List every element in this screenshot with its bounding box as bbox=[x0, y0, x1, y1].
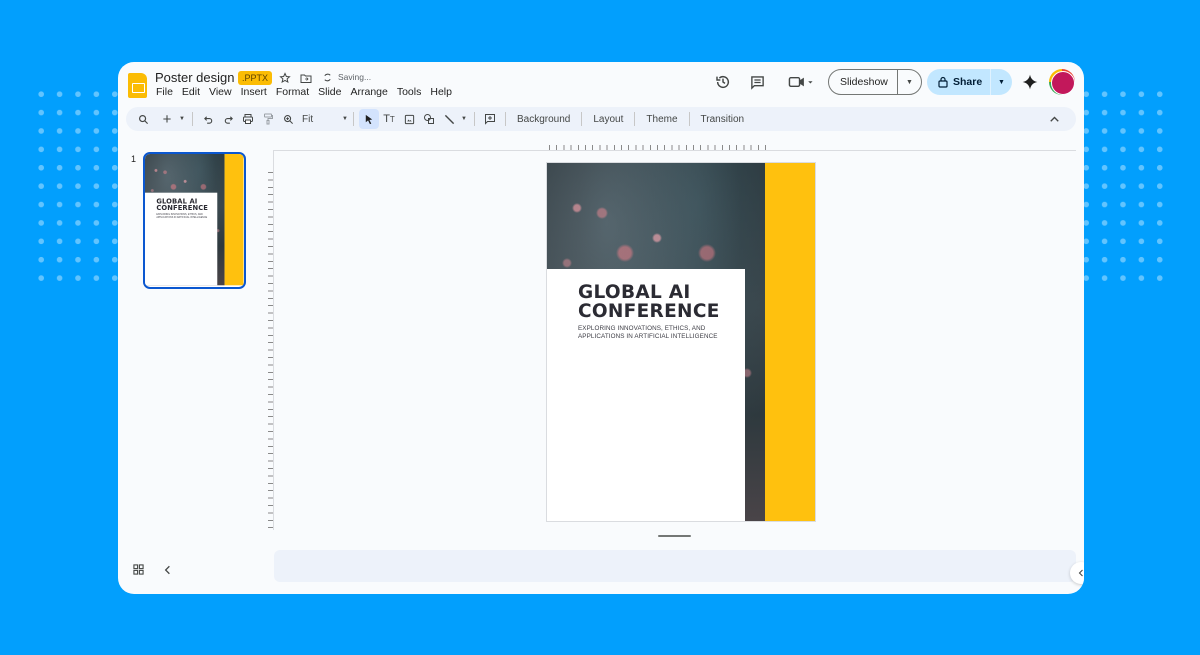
subtitle-line-2: APPLICATIONS IN ARTIFICIAL INTELLIGENCE bbox=[578, 333, 718, 340]
version-history-icon[interactable] bbox=[714, 73, 732, 91]
zoom-value: Fit bbox=[302, 113, 314, 125]
redo-icon[interactable] bbox=[218, 109, 238, 129]
menu-arrange[interactable]: Arrange bbox=[350, 86, 387, 98]
insert-comment-icon[interactable] bbox=[480, 109, 500, 129]
comments-icon[interactable] bbox=[748, 73, 766, 91]
thumbnail-subtitle: EXPLORING INNOVATIONS, ETHICS, AND APPLI… bbox=[156, 213, 207, 219]
thumbnail-headline: GLOBAL AI CONFERENCE bbox=[156, 198, 208, 212]
yellow-accent-strip[interactable] bbox=[765, 163, 815, 521]
slide-canvas[interactable]: GLOBAL AI CONFERENCE EXPLORING INNOVATIO… bbox=[546, 162, 816, 522]
horizontal-ruler-ticks bbox=[549, 145, 772, 150]
toolbar: + ▼ Fit ▼ TT ▼ Background Layout Theme T… bbox=[126, 107, 1076, 131]
menu-file[interactable]: File bbox=[156, 86, 173, 98]
text-box-icon[interactable]: TT bbox=[379, 109, 399, 129]
speaker-notes-area[interactable] bbox=[274, 550, 1076, 582]
menu-insert[interactable]: Insert bbox=[241, 86, 267, 98]
subtitle-line-1: EXPLORING INNOVATIONS, ETHICS, AND bbox=[578, 325, 706, 332]
grid-view-icon[interactable] bbox=[133, 562, 144, 580]
thumbnail-poster: GLOBAL AI CONFERENCE EXPLORING INNOVATIO… bbox=[145, 154, 244, 286]
file-format-badge: .PPTX bbox=[238, 71, 273, 85]
menu-edit[interactable]: Edit bbox=[182, 86, 200, 98]
slide-number: 1 bbox=[131, 154, 137, 164]
headline-line-2: CONFERENCE bbox=[578, 301, 720, 322]
collapse-filmstrip-icon[interactable] bbox=[164, 562, 171, 580]
slides-logo-icon[interactable] bbox=[128, 73, 147, 98]
sync-icon bbox=[321, 71, 333, 83]
poster: GLOBAL AI CONFERENCE EXPLORING INNOVATIO… bbox=[547, 163, 815, 521]
thumbnail-yellow-strip bbox=[224, 154, 244, 286]
share-main[interactable]: Share bbox=[927, 76, 990, 88]
menu-tools[interactable]: Tools bbox=[397, 86, 422, 98]
save-status: Saving... bbox=[338, 72, 372, 82]
notes-resize-handle[interactable] bbox=[658, 535, 691, 537]
background-button[interactable]: Background bbox=[511, 109, 576, 129]
menu-slide[interactable]: Slide bbox=[318, 86, 341, 98]
slideshow-label[interactable]: Slideshow bbox=[829, 76, 897, 88]
toolbar-divider bbox=[581, 112, 583, 126]
decorative-dot-grid-right bbox=[1077, 85, 1169, 285]
vertical-ruler-ticks bbox=[268, 172, 273, 532]
toolbar-divider bbox=[634, 112, 636, 126]
collapse-toolbar-icon[interactable] bbox=[1044, 109, 1064, 129]
transition-button[interactable]: Transition bbox=[695, 109, 751, 129]
decorative-dot-grid-left bbox=[32, 85, 124, 285]
zoom-dropdown-icon: ▼ bbox=[342, 116, 348, 122]
zoom-select[interactable]: Fit ▼ bbox=[298, 109, 348, 129]
filmstrip-controls bbox=[133, 562, 171, 580]
headline-line-1: GLOBAL AI bbox=[578, 282, 691, 303]
slide-thumbnail[interactable]: GLOBAL AI CONFERENCE EXPLORING INNOVATIO… bbox=[143, 152, 246, 289]
share-button[interactable]: Share ▼ bbox=[927, 69, 1012, 95]
paint-format-icon[interactable] bbox=[258, 109, 278, 129]
zoom-icon[interactable] bbox=[278, 109, 298, 129]
meet-video-icon[interactable] bbox=[786, 73, 816, 91]
menu-help[interactable]: Help bbox=[430, 86, 452, 98]
share-dropdown-icon[interactable]: ▼ bbox=[991, 79, 1012, 86]
lock-icon bbox=[938, 76, 948, 88]
layout-button[interactable]: Layout bbox=[587, 109, 629, 129]
menu-format[interactable]: Format bbox=[276, 86, 309, 98]
thumbnail-subtitle-line: APPLICATIONS IN ARTIFICIAL INTELLIGENCE bbox=[156, 216, 208, 219]
document-title[interactable]: Poster design bbox=[155, 70, 235, 85]
undo-icon[interactable] bbox=[198, 109, 218, 129]
shape-icon[interactable] bbox=[419, 109, 439, 129]
horizontal-ruler[interactable] bbox=[273, 150, 1076, 151]
select-tool-icon[interactable] bbox=[359, 109, 379, 129]
poster-subtitle[interactable]: EXPLORING INNOVATIONS, ETHICS, AND APPLI… bbox=[578, 325, 718, 341]
new-slide-dropdown-icon[interactable]: ▼ bbox=[177, 109, 187, 129]
toolbar-divider bbox=[505, 112, 506, 126]
toolbar-divider bbox=[353, 112, 354, 126]
share-label: Share bbox=[953, 76, 983, 88]
gemini-sparkle-icon[interactable] bbox=[1021, 73, 1039, 91]
thumbnail-headline-line: CONFERENCE bbox=[156, 204, 209, 213]
slideshow-button[interactable]: Slideshow ▼ bbox=[828, 69, 922, 95]
line-dropdown-icon[interactable]: ▼ bbox=[459, 109, 469, 129]
new-slide-icon[interactable]: + bbox=[157, 109, 177, 129]
vertical-ruler[interactable] bbox=[273, 150, 274, 530]
slides-app-window: Poster design .PPTX Saving... File Edit … bbox=[118, 62, 1084, 594]
toolbar-divider bbox=[688, 112, 690, 126]
line-tool-icon[interactable] bbox=[439, 109, 459, 129]
toolbar-divider bbox=[192, 112, 193, 126]
print-icon[interactable] bbox=[238, 109, 258, 129]
search-menus-icon[interactable] bbox=[133, 109, 153, 129]
menu-view[interactable]: View bbox=[209, 86, 232, 98]
star-icon[interactable] bbox=[278, 71, 292, 85]
menu-bar: File Edit View Insert Format Slide Arran… bbox=[156, 86, 461, 98]
insert-image-icon[interactable] bbox=[399, 109, 419, 129]
user-avatar[interactable] bbox=[1049, 69, 1075, 95]
theme-button[interactable]: Theme bbox=[640, 109, 683, 129]
toolbar-divider bbox=[474, 112, 475, 126]
poster-headline[interactable]: GLOBAL AI CONFERENCE bbox=[578, 283, 720, 321]
move-folder-icon[interactable] bbox=[299, 71, 313, 85]
slideshow-dropdown-icon[interactable]: ▼ bbox=[898, 79, 921, 86]
